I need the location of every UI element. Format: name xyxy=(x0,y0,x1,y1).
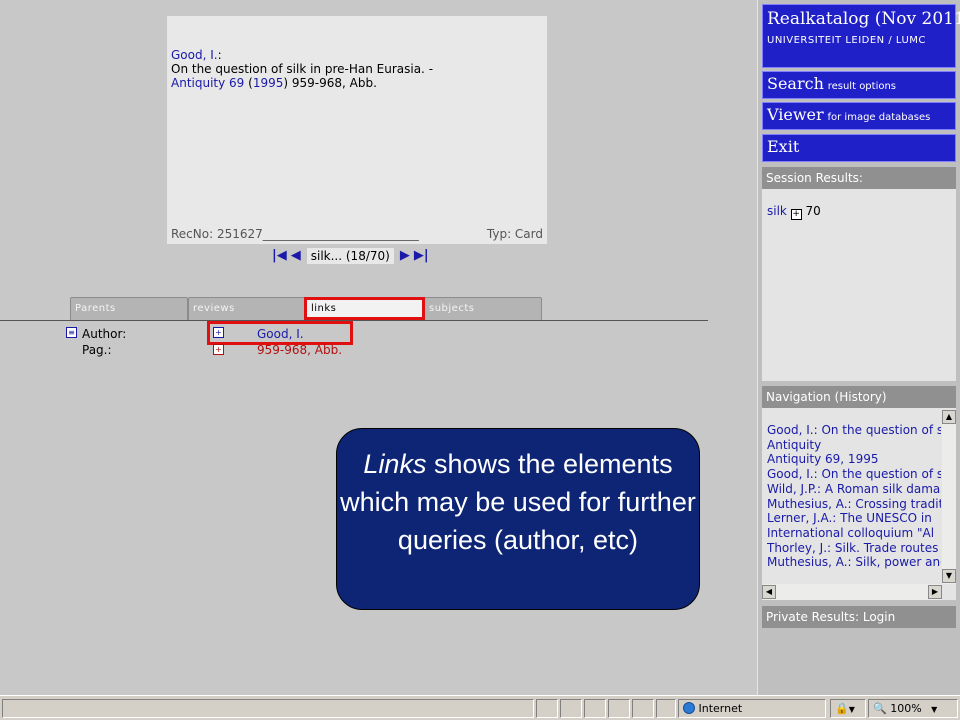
list-item[interactable]: Antiquity 69, 1995 xyxy=(767,452,941,467)
zone-label: Internet xyxy=(698,702,743,715)
lock-icon: 🔒 xyxy=(835,702,849,715)
navigation-header: Navigation (History) xyxy=(762,386,956,408)
record-rule: __________________________ xyxy=(262,227,419,241)
search-button[interactable]: Search result options xyxy=(762,71,956,99)
exit-label: Exit xyxy=(767,137,800,156)
last-record-icon[interactable]: ▶| xyxy=(414,249,429,263)
globe-icon xyxy=(683,702,695,714)
search-label: Search xyxy=(767,74,824,93)
status-cell xyxy=(608,699,630,718)
list-item[interactable]: Lerner, J.A.: The UNESCO in xyxy=(767,511,941,526)
session-term-link[interactable]: silk xyxy=(767,204,787,218)
chevron-down-icon: ▼ xyxy=(848,705,855,714)
tab-parents[interactable]: Parents xyxy=(70,297,188,321)
scroll-up-icon[interactable]: ▲ xyxy=(942,410,956,424)
pages-label: Pag.: xyxy=(82,343,112,357)
record-title: On the question of silk in pre-Han Euras… xyxy=(171,62,434,76)
viewer-button[interactable]: Viewer for image databases xyxy=(762,102,956,130)
tab-reviews[interactable]: reviews xyxy=(188,297,306,321)
list-item[interactable]: Muthesius, A.: Crossing traditions xyxy=(767,497,941,512)
tab-subjects[interactable]: subjects xyxy=(424,297,542,321)
status-cell xyxy=(536,699,558,718)
scroll-down-icon[interactable]: ▼ xyxy=(942,569,956,583)
search-link-icon[interactable]: + xyxy=(213,344,224,355)
expand-icon[interactable]: + xyxy=(790,209,802,220)
record-year-open: ( xyxy=(244,76,253,90)
list-item[interactable]: International colloquium "Al xyxy=(767,526,941,541)
session-results-panel: silk + 70 xyxy=(762,189,956,381)
status-bar: Internet 🔒▼ 🔍 100% ▼ xyxy=(0,695,960,720)
catalog-header: Realkatalog (Nov 2011) UNIVERSITEIT LEID… xyxy=(762,4,960,68)
navigation-panel: Good, I.: On the question of silk in pre… xyxy=(762,408,956,600)
zoom-control[interactable]: 🔍 100% ▼ xyxy=(868,699,958,718)
session-results-header: Session Results: xyxy=(762,167,956,189)
record-journal-link[interactable]: Antiquity 69 xyxy=(171,76,244,90)
status-text xyxy=(2,699,534,718)
tab-divider xyxy=(0,320,708,321)
session-count: 70 xyxy=(805,204,821,218)
status-cell xyxy=(584,699,606,718)
callout-emphasis: Links xyxy=(363,449,427,479)
session-entry: silk + 70 xyxy=(767,204,821,220)
first-record-icon[interactable]: |◀ xyxy=(272,249,287,263)
record-author-link[interactable]: Good, I. xyxy=(171,48,218,62)
record-number: RecNo: 251627 xyxy=(171,227,263,241)
search-sublabel: result options xyxy=(827,81,897,92)
list-item[interactable]: Thorley, J.: Silk. Trade routes xyxy=(767,541,941,556)
next-record-icon[interactable]: ▶ xyxy=(400,249,410,263)
catalog-title: Realkatalog (Nov 2011) xyxy=(767,9,960,29)
links-tab-highlight xyxy=(304,297,425,320)
catalog-subtitle: UNIVERSITEIT LEIDEN / LUMC xyxy=(767,35,926,46)
pager-label: silk... (18/70) xyxy=(306,248,394,264)
status-cell xyxy=(656,699,676,718)
status-cell xyxy=(560,699,582,718)
previous-record-icon[interactable]: ◀ xyxy=(291,249,301,263)
viewer-sublabel: for image databases xyxy=(827,112,931,123)
vertical-scrollbar[interactable] xyxy=(942,410,956,584)
scroll-right-icon[interactable]: ▶ xyxy=(928,585,942,599)
horizontal-scrollbar[interactable] xyxy=(762,584,942,600)
zoom-level: 100% xyxy=(890,702,922,715)
pages-link[interactable]: 959-968, Abb. xyxy=(257,343,342,357)
zone-indicator: Internet xyxy=(678,699,826,718)
list-item[interactable]: Good, I.: On the question of silk in pre… xyxy=(767,423,941,438)
status-cell xyxy=(632,699,654,718)
sidebar: Realkatalog (Nov 2011) UNIVERSITEIT LEID… xyxy=(757,0,960,695)
scroll-left-icon[interactable]: ◀ xyxy=(762,585,776,599)
navigation-list: Good, I.: On the question of silk in pre… xyxy=(767,423,941,570)
record-year-link[interactable]: 1995 xyxy=(253,76,284,90)
zoom-icon: 🔍 xyxy=(873,702,887,715)
viewer-label: Viewer xyxy=(767,105,824,124)
record-type: Typ: Card xyxy=(486,227,543,241)
private-results-login[interactable]: Private Results: Login xyxy=(762,606,956,628)
record-card: Good, I.: On the question of silk in pre… xyxy=(167,16,547,244)
chevron-down-icon: ▼ xyxy=(931,705,938,714)
author-link-highlight xyxy=(207,321,353,345)
record-pager: |◀ ◀ silk... (18/70) ▶ ▶| xyxy=(272,246,429,266)
list-item[interactable]: Muthesius, A.: Silk, power and xyxy=(767,555,941,570)
list-item[interactable]: Wild, J.P.: A Roman silk damask xyxy=(767,482,941,497)
list-item[interactable]: Antiquity xyxy=(767,438,941,453)
author-label: Author: xyxy=(82,327,127,341)
list-icon: ≡ xyxy=(66,327,77,338)
list-item[interactable]: Good, I.: On the question of silk in pre… xyxy=(767,467,941,482)
protected-mode-indicator[interactable]: 🔒▼ xyxy=(830,699,866,718)
exit-button[interactable]: Exit xyxy=(762,134,956,162)
callout-box: Links shows the elements which may be us… xyxy=(336,428,700,610)
record-footer: RecNo: 251627__________________________ … xyxy=(171,227,543,241)
record-pages: ) 959-968, Abb. xyxy=(283,76,377,90)
record-author-suffix: : xyxy=(217,48,222,62)
